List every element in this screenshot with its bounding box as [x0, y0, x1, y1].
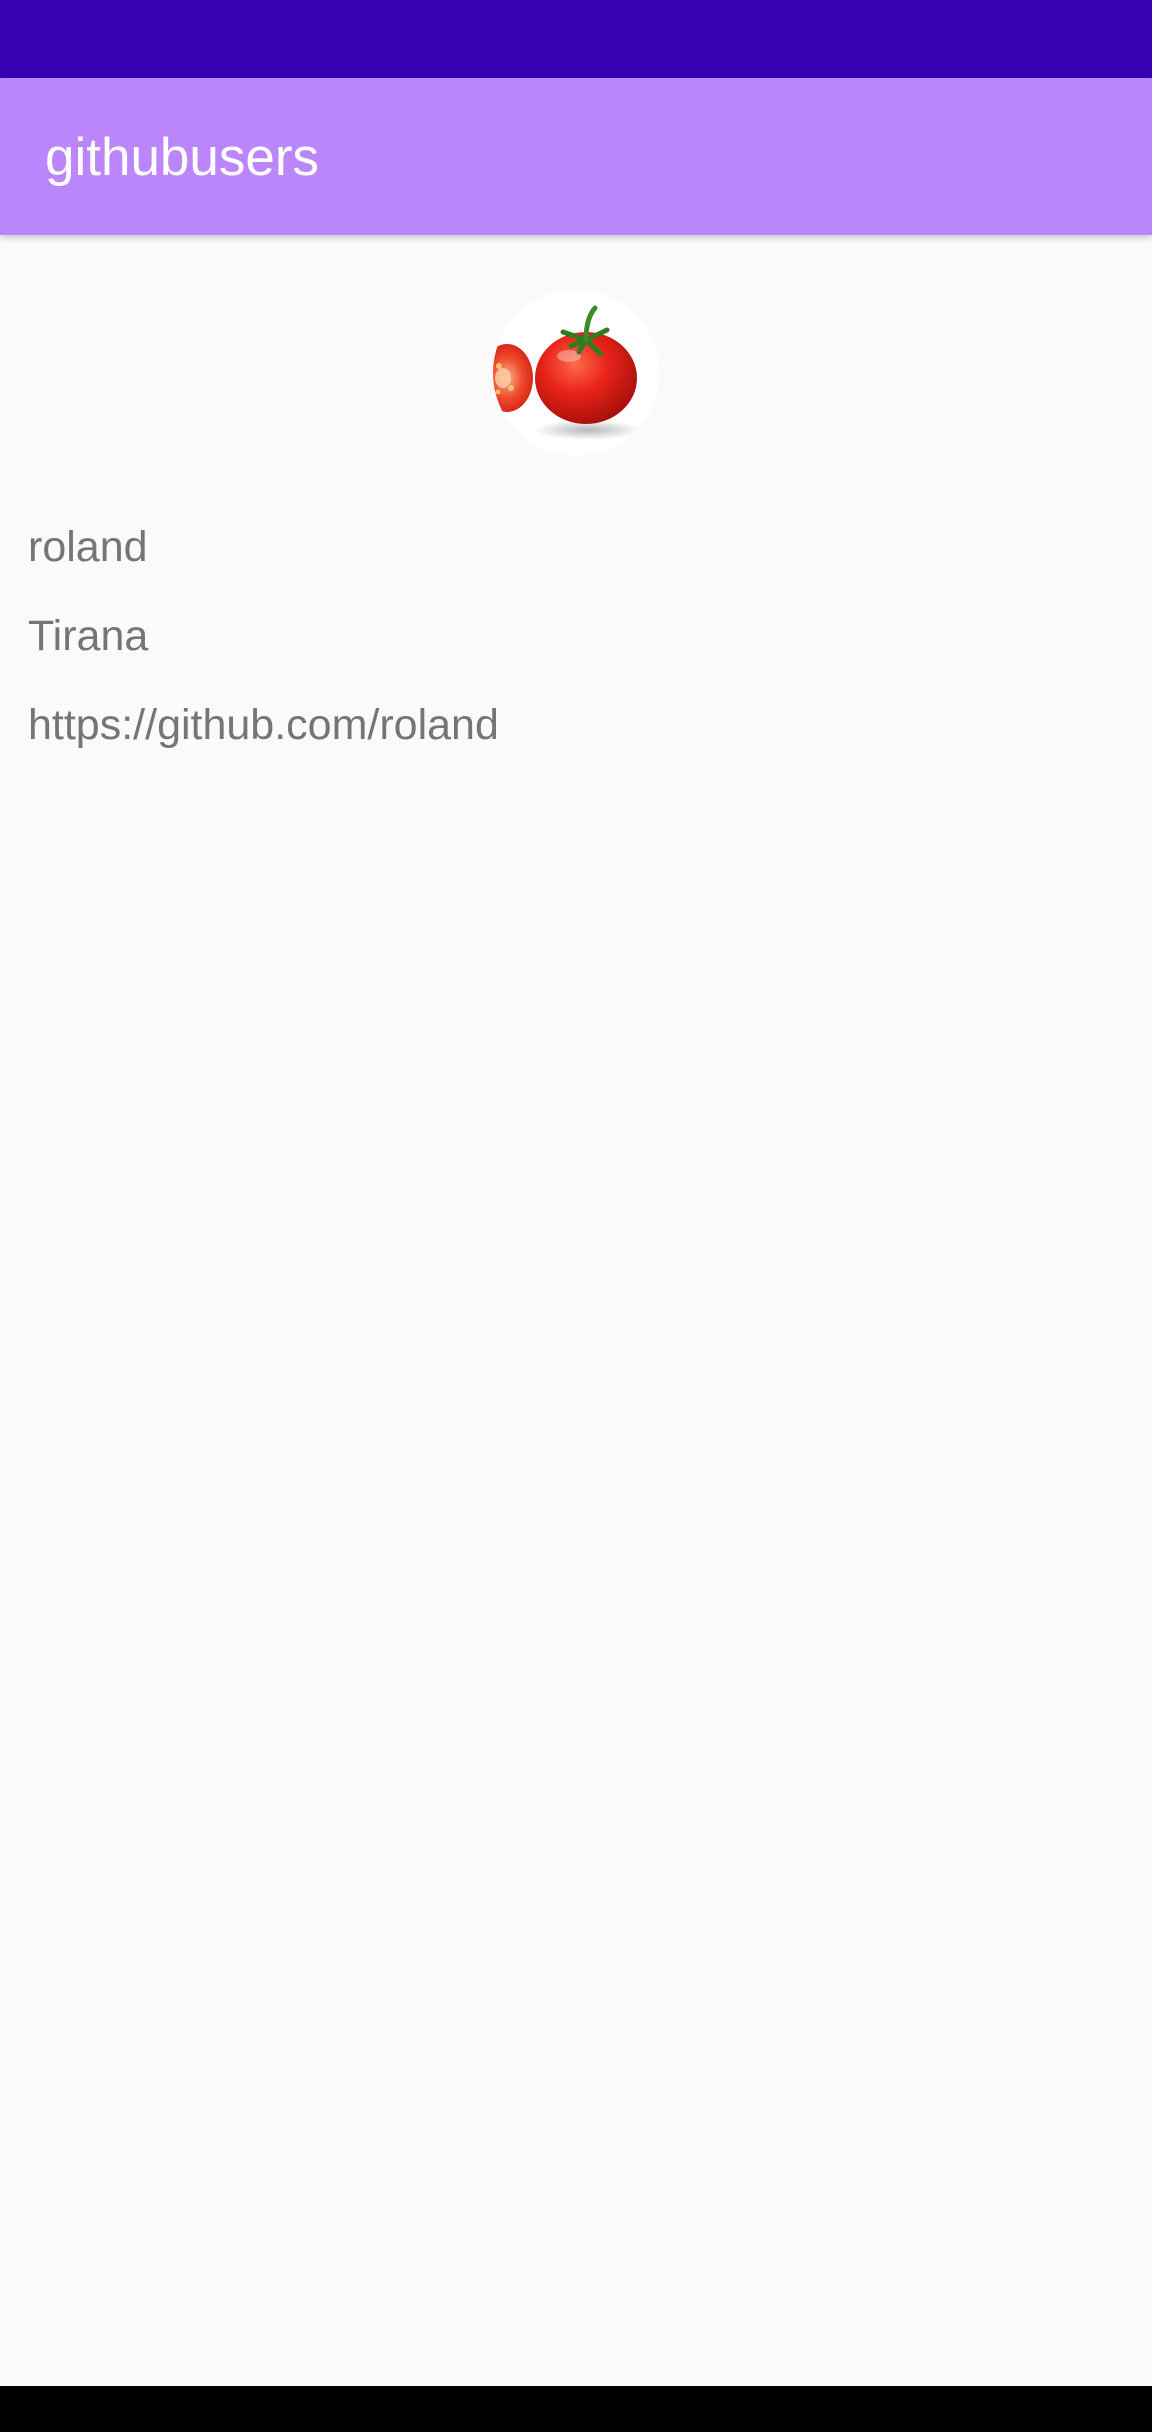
tomato-avatar-icon — [493, 290, 659, 456]
app-bar: githubusers — [0, 78, 1152, 235]
user-profile-url[interactable]: https://github.com/roland — [28, 700, 499, 750]
app-title: githubusers — [45, 128, 320, 187]
status-bar — [0, 0, 1152, 78]
navigation-bar — [0, 2386, 1152, 2432]
user-name: roland — [28, 523, 148, 571]
user-detail-screen: githubusers roland Tirana https://github… — [0, 0, 1152, 2432]
user-location: Tirana — [28, 612, 149, 660]
user-avatar — [493, 290, 659, 456]
